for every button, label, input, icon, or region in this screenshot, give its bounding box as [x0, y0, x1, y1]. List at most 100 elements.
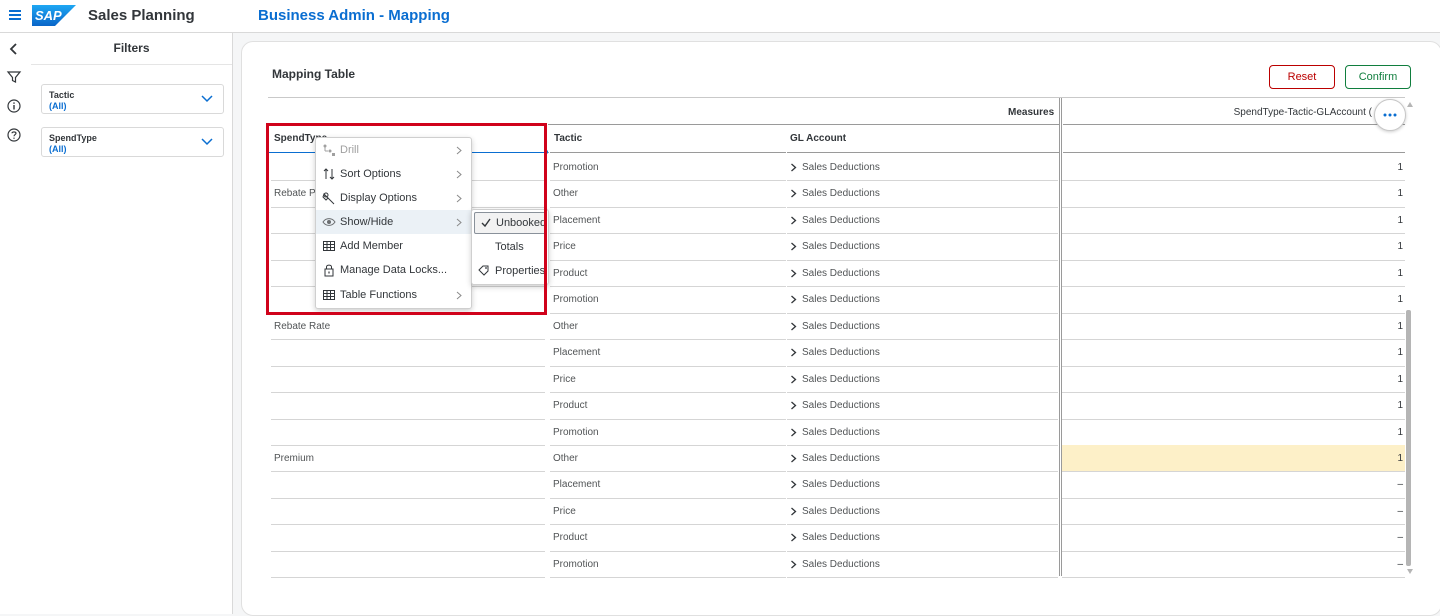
filter-tactic[interactable]: Tactic (All)	[41, 84, 224, 114]
value-cell[interactable]: 1	[1343, 427, 1403, 438]
expand-chevron-right-icon[interactable]	[790, 348, 797, 357]
gl-account-cell[interactable]: Sales Deductions	[802, 532, 880, 543]
header-divider	[548, 124, 1059, 125]
value-cell[interactable]: 1	[1343, 241, 1403, 252]
gl-account-cell[interactable]: Sales Deductions	[802, 188, 880, 199]
column-header-tactic[interactable]: Tactic	[554, 133, 582, 144]
spendtype-cell[interactable]: Rebate Rate	[274, 321, 330, 332]
chevron-down-icon[interactable]	[201, 136, 213, 146]
card-title: Mapping Table	[272, 67, 356, 81]
row-divider	[1062, 259, 1405, 261]
gl-account-cell[interactable]: Sales Deductions	[802, 268, 880, 279]
confirm-button[interactable]: Confirm	[1345, 65, 1411, 89]
tactic-cell[interactable]: Other	[553, 188, 578, 199]
gl-account-cell[interactable]: Sales Deductions	[802, 215, 880, 226]
expand-chevron-right-icon[interactable]	[790, 507, 797, 516]
tactic-cell[interactable]: Product	[553, 268, 587, 279]
value-cell[interactable]: 1	[1343, 188, 1403, 199]
vertical-scrollbar[interactable]	[1406, 310, 1411, 566]
shell-bar: SAP Sales Planning Business Admin - Mapp…	[0, 0, 1440, 33]
value-cell[interactable]: 1	[1343, 400, 1403, 411]
value-cell[interactable]: –	[1343, 532, 1403, 543]
expand-chevron-right-icon[interactable]	[790, 560, 797, 569]
value-cell[interactable]: 1	[1343, 215, 1403, 226]
gl-account-cell[interactable]: Sales Deductions	[802, 506, 880, 517]
row-divider	[787, 206, 1058, 208]
sap-logo[interactable]: SAP	[32, 5, 76, 26]
tactic-cell[interactable]: Product	[553, 400, 587, 411]
expand-chevron-right-icon[interactable]	[790, 295, 797, 304]
filter-icon[interactable]	[6, 69, 22, 85]
expand-chevron-right-icon[interactable]	[790, 401, 797, 410]
tactic-cell[interactable]: Product	[553, 532, 587, 543]
row-divider	[550, 497, 786, 499]
expand-chevron-right-icon[interactable]	[790, 189, 797, 198]
row-divider	[1062, 233, 1405, 235]
value-cell[interactable]: –	[1343, 559, 1403, 570]
hamburger-menu-icon[interactable]	[8, 8, 22, 22]
expand-chevron-right-icon[interactable]	[790, 163, 797, 172]
expand-chevron-right-icon[interactable]	[790, 216, 797, 225]
expand-chevron-right-icon[interactable]	[790, 480, 797, 489]
value-cell[interactable]: 1	[1343, 453, 1403, 464]
value-cell[interactable]: 1	[1343, 294, 1403, 305]
filter-name: Tactic	[49, 90, 75, 100]
value-cell[interactable]: –	[1343, 479, 1403, 490]
row-divider	[1062, 180, 1405, 182]
row-divider	[787, 286, 1058, 288]
tactic-cell[interactable]: Price	[553, 374, 576, 385]
reset-button[interactable]: Reset	[1269, 65, 1335, 89]
value-cell[interactable]: 1	[1343, 268, 1403, 279]
measure-column-header: SpendType-Tactic-GLAccount (	[1233, 107, 1372, 118]
spendtype-cell[interactable]: Premium	[274, 453, 314, 464]
expand-chevron-right-icon[interactable]	[790, 242, 797, 251]
scroll-up-icon[interactable]	[1407, 102, 1413, 107]
expand-chevron-right-icon[interactable]	[790, 269, 797, 278]
tactic-cell[interactable]: Promotion	[553, 427, 599, 438]
gl-account-cell[interactable]: Sales Deductions	[802, 427, 880, 438]
tactic-cell[interactable]: Promotion	[553, 559, 599, 570]
expand-chevron-right-icon[interactable]	[790, 375, 797, 384]
tactic-cell[interactable]: Price	[553, 506, 576, 517]
tactic-cell[interactable]: Placement	[553, 479, 600, 490]
chevron-down-icon[interactable]	[201, 93, 213, 103]
tactic-cell[interactable]: Other	[553, 453, 578, 464]
gl-account-cell[interactable]: Sales Deductions	[802, 400, 880, 411]
gl-account-cell[interactable]: Sales Deductions	[802, 294, 880, 305]
gl-account-cell[interactable]: Sales Deductions	[802, 162, 880, 173]
gl-account-cell[interactable]: Sales Deductions	[802, 241, 880, 252]
filter-spendtype[interactable]: SpendType (All)	[41, 127, 224, 157]
more-options-button[interactable]	[1374, 99, 1406, 131]
tactic-cell[interactable]: Other	[553, 321, 578, 332]
value-cell[interactable]: 1	[1343, 347, 1403, 358]
gl-account-cell[interactable]: Sales Deductions	[802, 374, 880, 385]
gl-account-cell[interactable]: Sales Deductions	[802, 559, 880, 570]
row-divider	[550, 206, 786, 208]
tactic-cell[interactable]: Promotion	[553, 162, 599, 173]
expand-chevron-right-icon[interactable]	[790, 533, 797, 542]
expand-chevron-right-icon[interactable]	[790, 454, 797, 463]
gl-account-cell[interactable]: Sales Deductions	[802, 479, 880, 490]
value-cell[interactable]: 1	[1343, 321, 1403, 332]
header-divider	[1063, 124, 1405, 125]
row-divider	[787, 233, 1058, 235]
tactic-cell[interactable]: Price	[553, 241, 576, 252]
value-cell[interactable]: 1	[1343, 162, 1403, 173]
tactic-cell[interactable]: Placement	[553, 215, 600, 226]
row-divider	[550, 259, 786, 261]
value-cell[interactable]: 1	[1343, 374, 1403, 385]
expand-chevron-right-icon[interactable]	[790, 428, 797, 437]
collapse-chevron-left-icon[interactable]	[6, 41, 22, 57]
info-icon[interactable]	[6, 98, 22, 114]
gl-account-cell[interactable]: Sales Deductions	[802, 347, 880, 358]
row-divider	[1062, 206, 1405, 208]
column-header-gl-account[interactable]: GL Account	[790, 133, 846, 144]
gl-account-cell[interactable]: Sales Deductions	[802, 453, 880, 464]
scroll-down-icon[interactable]	[1407, 569, 1413, 574]
help-icon[interactable]	[6, 127, 22, 143]
tactic-cell[interactable]: Placement	[553, 347, 600, 358]
value-cell[interactable]: –	[1343, 506, 1403, 517]
expand-chevron-right-icon[interactable]	[790, 322, 797, 331]
tactic-cell[interactable]: Promotion	[553, 294, 599, 305]
gl-account-cell[interactable]: Sales Deductions	[802, 321, 880, 332]
